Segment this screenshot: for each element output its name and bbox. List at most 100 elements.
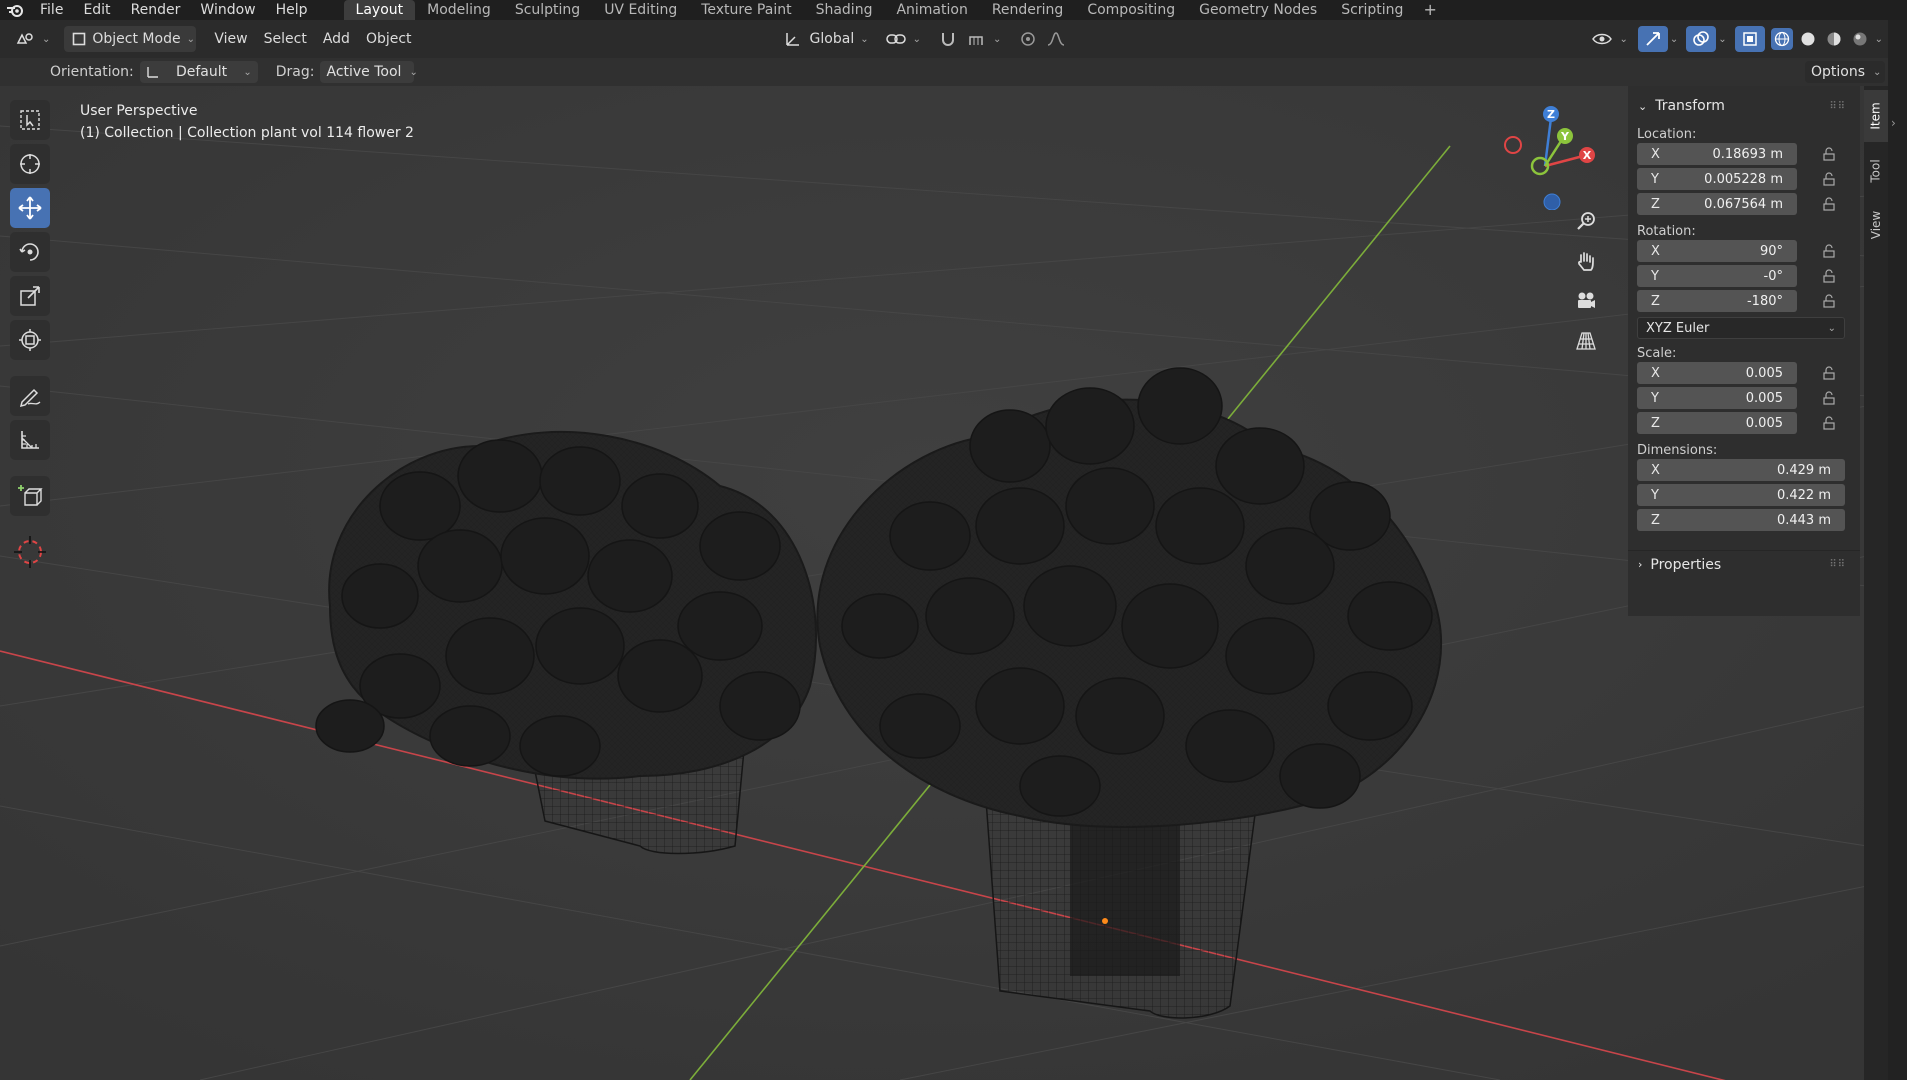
object-mode-icon <box>72 28 86 50</box>
tab-view[interactable]: View <box>1864 200 1888 250</box>
rotate-tool[interactable] <box>10 232 50 272</box>
move-tool[interactable] <box>10 188 50 228</box>
chevron-left-icon[interactable]: › <box>1891 116 1896 130</box>
tab-rendering[interactable]: Rendering <box>980 0 1076 20</box>
lock-icon[interactable] <box>1817 168 1841 190</box>
menu-edit[interactable]: Edit <box>73 0 120 20</box>
drag-handle-icon[interactable]: ⠿⠿ <box>1829 101 1846 112</box>
dimensions-y-field[interactable]: Y 0.422 m <box>1637 484 1845 506</box>
scale-x-field[interactable]: X 0.005 <box>1637 362 1797 384</box>
cursor-tool[interactable] <box>10 144 50 184</box>
add-workspace-button[interactable]: + <box>1415 0 1444 20</box>
lock-icon[interactable] <box>1817 265 1841 287</box>
transform-icon <box>19 329 41 351</box>
tab-layout[interactable]: Layout <box>343 0 416 20</box>
tab-geometry-nodes[interactable]: Geometry Nodes <box>1187 0 1329 20</box>
location-y-field[interactable]: Y 0.005228 m <box>1637 168 1797 190</box>
lock-icon[interactable] <box>1817 387 1841 409</box>
scale-label: Scale: <box>1637 346 1677 361</box>
chevron-down-icon: ⌄ <box>1873 66 1882 78</box>
tab-item[interactable]: Item <box>1864 90 1888 142</box>
editor-type-button[interactable]: ⌄ <box>6 26 58 52</box>
chevron-down-icon[interactable]: ⌄ <box>1875 34 1883 45</box>
scale-tool[interactable] <box>10 276 50 316</box>
eye-icon <box>1591 28 1613 50</box>
pivot-point-selector[interactable]: ⌄ <box>877 26 929 52</box>
location-label: Location: <box>1637 127 1697 142</box>
visibility-selector[interactable]: ⌄ <box>1583 26 1635 52</box>
gizmo-toggle[interactable] <box>1637 26 1668 52</box>
lock-icon[interactable] <box>1817 412 1841 434</box>
rotation-mode-select[interactable]: XYZ Euler ⌄ <box>1637 317 1845 339</box>
lock-icon[interactable] <box>1817 362 1841 384</box>
lock-icon[interactable] <box>1817 193 1841 215</box>
tool-settings-bar: Orientation: Default ⌄ Drag: Active Tool… <box>0 58 1907 86</box>
drag-handle-icon[interactable]: ⠿⠿ <box>1829 559 1846 570</box>
menu-select[interactable]: Select <box>256 26 315 52</box>
annotate-tool[interactable] <box>10 376 50 416</box>
axis-label: Z <box>1651 196 1660 212</box>
chevron-down-icon[interactable]: ⌄ <box>1670 34 1678 45</box>
wireframe-shading-icon[interactable] <box>1770 28 1793 50</box>
options-dropdown[interactable]: Options ⌄ <box>1805 61 1885 83</box>
rendered-shading-icon[interactable] <box>1849 28 1871 50</box>
menu-add[interactable]: Add <box>315 26 358 52</box>
scale-y-field[interactable]: Y 0.005 <box>1637 387 1797 409</box>
magnet-icon <box>937 28 959 50</box>
tab-tool[interactable]: Tool <box>1864 148 1888 194</box>
chevron-down-icon[interactable]: ⌄ <box>1718 34 1726 45</box>
lock-icon[interactable] <box>1817 290 1841 312</box>
perspective-toggle-button[interactable] <box>1570 325 1602 357</box>
scale-z-field[interactable]: Z 0.005 <box>1637 412 1797 434</box>
tab-scripting[interactable]: Scripting <box>1329 0 1415 20</box>
orientation-dropdown[interactable]: Default ⌄ <box>139 61 258 83</box>
menu-window[interactable]: Window <box>190 0 265 20</box>
mode-selector[interactable]: Object Mode ⌄ <box>64 26 197 52</box>
location-z-field[interactable]: Z 0.067564 m <box>1637 193 1797 215</box>
transform-panel-header[interactable]: ⌄ Transform ⠿⠿ <box>1628 92 1860 120</box>
lock-icon[interactable] <box>1817 143 1841 165</box>
dimensions-z-field[interactable]: Z 0.443 m <box>1637 509 1845 531</box>
dimensions-x-field[interactable]: X 0.429 m <box>1637 459 1845 481</box>
scale-x-row: X 0.005 <box>1637 361 1860 385</box>
solid-shading-icon[interactable] <box>1797 28 1819 50</box>
snap-toggle[interactable]: ⌄ <box>929 26 1009 52</box>
menu-render[interactable]: Render <box>121 0 191 20</box>
material-shading-icon[interactable] <box>1823 28 1845 50</box>
proportional-editing-toggle[interactable] <box>1009 26 1075 52</box>
menu-object[interactable]: Object <box>358 26 420 52</box>
tab-texture-paint[interactable]: Texture Paint <box>689 0 803 20</box>
tab-compositing[interactable]: Compositing <box>1075 0 1187 20</box>
overlays-toggle[interactable] <box>1686 26 1717 52</box>
lock-icon[interactable] <box>1817 240 1841 262</box>
xray-toggle[interactable] <box>1734 26 1765 52</box>
zoom-button[interactable] <box>1570 205 1602 237</box>
rotation-x-field[interactable]: X 90° <box>1637 240 1797 262</box>
add-cube-tool[interactable] <box>10 476 50 516</box>
select-box-tool[interactable] <box>10 100 50 140</box>
navigation-gizmo[interactable]: Z X Y <box>1495 100 1615 211</box>
tab-shading[interactable]: Shading <box>804 0 885 20</box>
rotation-y-field[interactable]: Y -0° <box>1637 265 1797 287</box>
menu-file[interactable]: File <box>30 0 73 20</box>
workspace-tabs: Layout Modeling Sculpting UV Editing Tex… <box>343 0 1445 20</box>
measure-tool[interactable] <box>10 420 50 460</box>
drag-dropdown[interactable]: Active Tool ⌄ <box>320 61 418 83</box>
tab-modeling[interactable]: Modeling <box>415 0 503 20</box>
tab-uv-editing[interactable]: UV Editing <box>592 0 689 20</box>
location-x-field[interactable]: X 0.18693 m <box>1637 143 1797 165</box>
menu-help[interactable]: Help <box>266 0 318 20</box>
menu-view[interactable]: View <box>206 26 255 52</box>
tab-sculpting[interactable]: Sculpting <box>503 0 592 20</box>
blender-logo-icon[interactable] <box>0 0 30 20</box>
grid-perspective-icon <box>1576 332 1596 350</box>
camera-view-button[interactable] <box>1570 285 1602 317</box>
pan-button[interactable] <box>1570 245 1602 277</box>
properties-panel-header[interactable]: › Properties ⠿⠿ <box>1628 550 1860 578</box>
transform-tool[interactable] <box>10 320 50 360</box>
3d-cursor-marker[interactable] <box>10 532 50 572</box>
tab-animation[interactable]: Animation <box>884 0 979 20</box>
rotation-z-field[interactable]: Z -180° <box>1637 290 1797 312</box>
field-value: 0.443 m <box>1776 512 1831 528</box>
transform-orientation-selector[interactable]: Global ⌄ <box>774 26 877 52</box>
